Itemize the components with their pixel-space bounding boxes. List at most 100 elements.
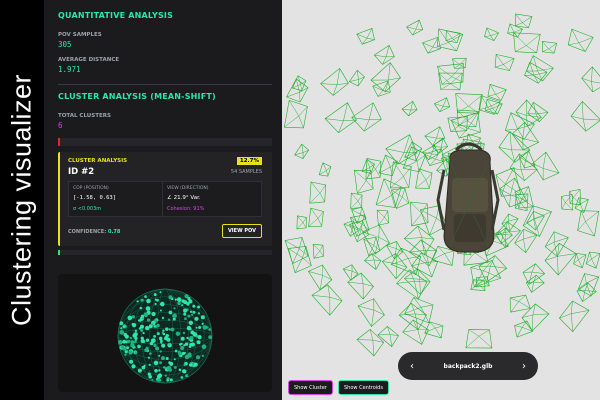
view-value: ∠ 21.9° Var.	[167, 195, 201, 201]
view-pov-button[interactable]: VIEW POV	[221, 224, 262, 238]
camera-frustum	[569, 188, 582, 205]
cluster-analysis-title: CLUSTER ANALYSIS (MEAN-SHIFT)	[58, 92, 216, 101]
sphere-point	[120, 327, 123, 330]
sphere-point	[157, 378, 161, 382]
camera-frustum	[365, 158, 382, 180]
sphere-point	[165, 357, 169, 360]
show-centroids-button[interactable]: Show Centroids	[338, 380, 389, 395]
camera-frustum	[577, 210, 600, 237]
sphere-point	[201, 344, 207, 350]
camera-frustum	[437, 28, 464, 52]
camera-frustum	[361, 159, 375, 174]
camera-frustum	[350, 192, 363, 209]
show-cluster-button[interactable]: Show Cluster	[288, 380, 333, 395]
sphere-point	[166, 337, 171, 342]
chevron-left-icon[interactable]: ‹	[398, 352, 426, 380]
sphere-point	[168, 310, 173, 315]
chevron-right-icon[interactable]: ›	[510, 352, 538, 380]
sphere-point	[170, 327, 175, 332]
sphere-point	[153, 293, 157, 297]
sphere-point	[134, 351, 138, 354]
sphere-point	[158, 369, 161, 372]
sphere-point	[200, 315, 205, 320]
3d-viewport[interactable]: ‹ backpack2.glb › Show Cluster Show Cent…	[282, 0, 600, 400]
cluster-card[interactable]: CLUSTER ANALYSIS ID #2 12.7% 54 SAMPLES …	[58, 152, 272, 246]
sphere-point	[183, 300, 188, 305]
sphere-point	[173, 358, 176, 361]
camera-frustum	[376, 209, 390, 226]
sphere-point	[119, 329, 125, 335]
camera-frustum	[560, 194, 574, 211]
average-distance-label: AVERAGE DISTANCE	[58, 57, 120, 63]
sphere-point	[134, 329, 138, 332]
sphere-point	[159, 350, 162, 353]
sphere-point	[183, 344, 186, 347]
sphere-point	[180, 345, 185, 351]
camera-frustum	[544, 231, 569, 257]
sphere-point	[130, 340, 135, 344]
model-name: backpack2.glb	[443, 362, 493, 370]
card-heading: CLUSTER ANALYSIS	[68, 158, 128, 164]
sphere-point	[145, 338, 150, 342]
camera-frustum	[283, 99, 308, 129]
sphere-point	[141, 365, 146, 370]
total-clusters-label: TOTAL CLUSTERS	[58, 113, 111, 119]
camera-frustum	[484, 27, 500, 41]
sphere-visualization[interactable]	[58, 274, 272, 392]
camera-frustum	[324, 102, 357, 134]
sphere-point	[153, 360, 159, 366]
sphere-point	[182, 331, 186, 335]
camera-frustum	[570, 100, 600, 132]
sphere-point	[159, 361, 162, 365]
sphere-point	[151, 323, 154, 326]
sphere-point	[168, 342, 171, 345]
sphere-point	[139, 324, 145, 329]
scene-svg	[283, 13, 600, 357]
sphere-point	[192, 304, 196, 308]
camera-frustum	[495, 167, 522, 197]
sphere-point	[185, 374, 189, 378]
camera-frustum	[478, 255, 508, 283]
sphere-point	[165, 327, 169, 331]
sphere-point	[153, 343, 157, 348]
sphere-point	[162, 329, 165, 332]
sphere-point	[167, 334, 170, 337]
camera-frustum	[363, 237, 381, 257]
sphere-point	[149, 341, 154, 346]
camera-frustum	[422, 144, 439, 161]
view-cohesion: Cohesion: 91%	[167, 206, 205, 212]
camera-frustum	[342, 264, 359, 281]
sphere-point	[177, 301, 181, 305]
sphere-point	[132, 323, 137, 328]
camera-frustum	[581, 66, 600, 93]
camera-frustum	[433, 97, 450, 113]
camera-frustum	[309, 181, 327, 204]
sphere-point	[161, 316, 165, 320]
sphere-point	[192, 310, 196, 314]
sphere-point	[134, 336, 138, 340]
camera-frustum	[351, 102, 382, 132]
sphere-point	[153, 325, 156, 328]
sphere-point	[197, 305, 201, 309]
sphere-point	[169, 378, 173, 382]
sphere-point	[189, 335, 194, 340]
camera-frustum	[286, 78, 309, 103]
camera-frustum	[343, 220, 359, 237]
sphere-point	[176, 297, 182, 302]
camera-frustum	[348, 69, 365, 87]
cluster-list-item[interactable]	[58, 250, 272, 255]
sphere-point	[198, 326, 202, 329]
sphere-point	[194, 316, 199, 321]
camera-frustum	[320, 67, 349, 96]
pov-samples-value: 305	[58, 40, 72, 49]
camera-frustum	[532, 151, 560, 181]
sphere-point	[178, 368, 182, 372]
cop-label: COP (POSITION)	[73, 186, 109, 191]
cop-box: COP (POSITION) [-1.58, 0.63] σ <0.003m	[68, 181, 164, 217]
camera-frustum	[308, 207, 324, 227]
cluster-list-item[interactable]	[58, 138, 272, 146]
sphere-point	[146, 298, 151, 304]
sphere-point	[140, 299, 143, 302]
sphere-point	[148, 363, 151, 366]
sphere-point	[120, 345, 125, 349]
